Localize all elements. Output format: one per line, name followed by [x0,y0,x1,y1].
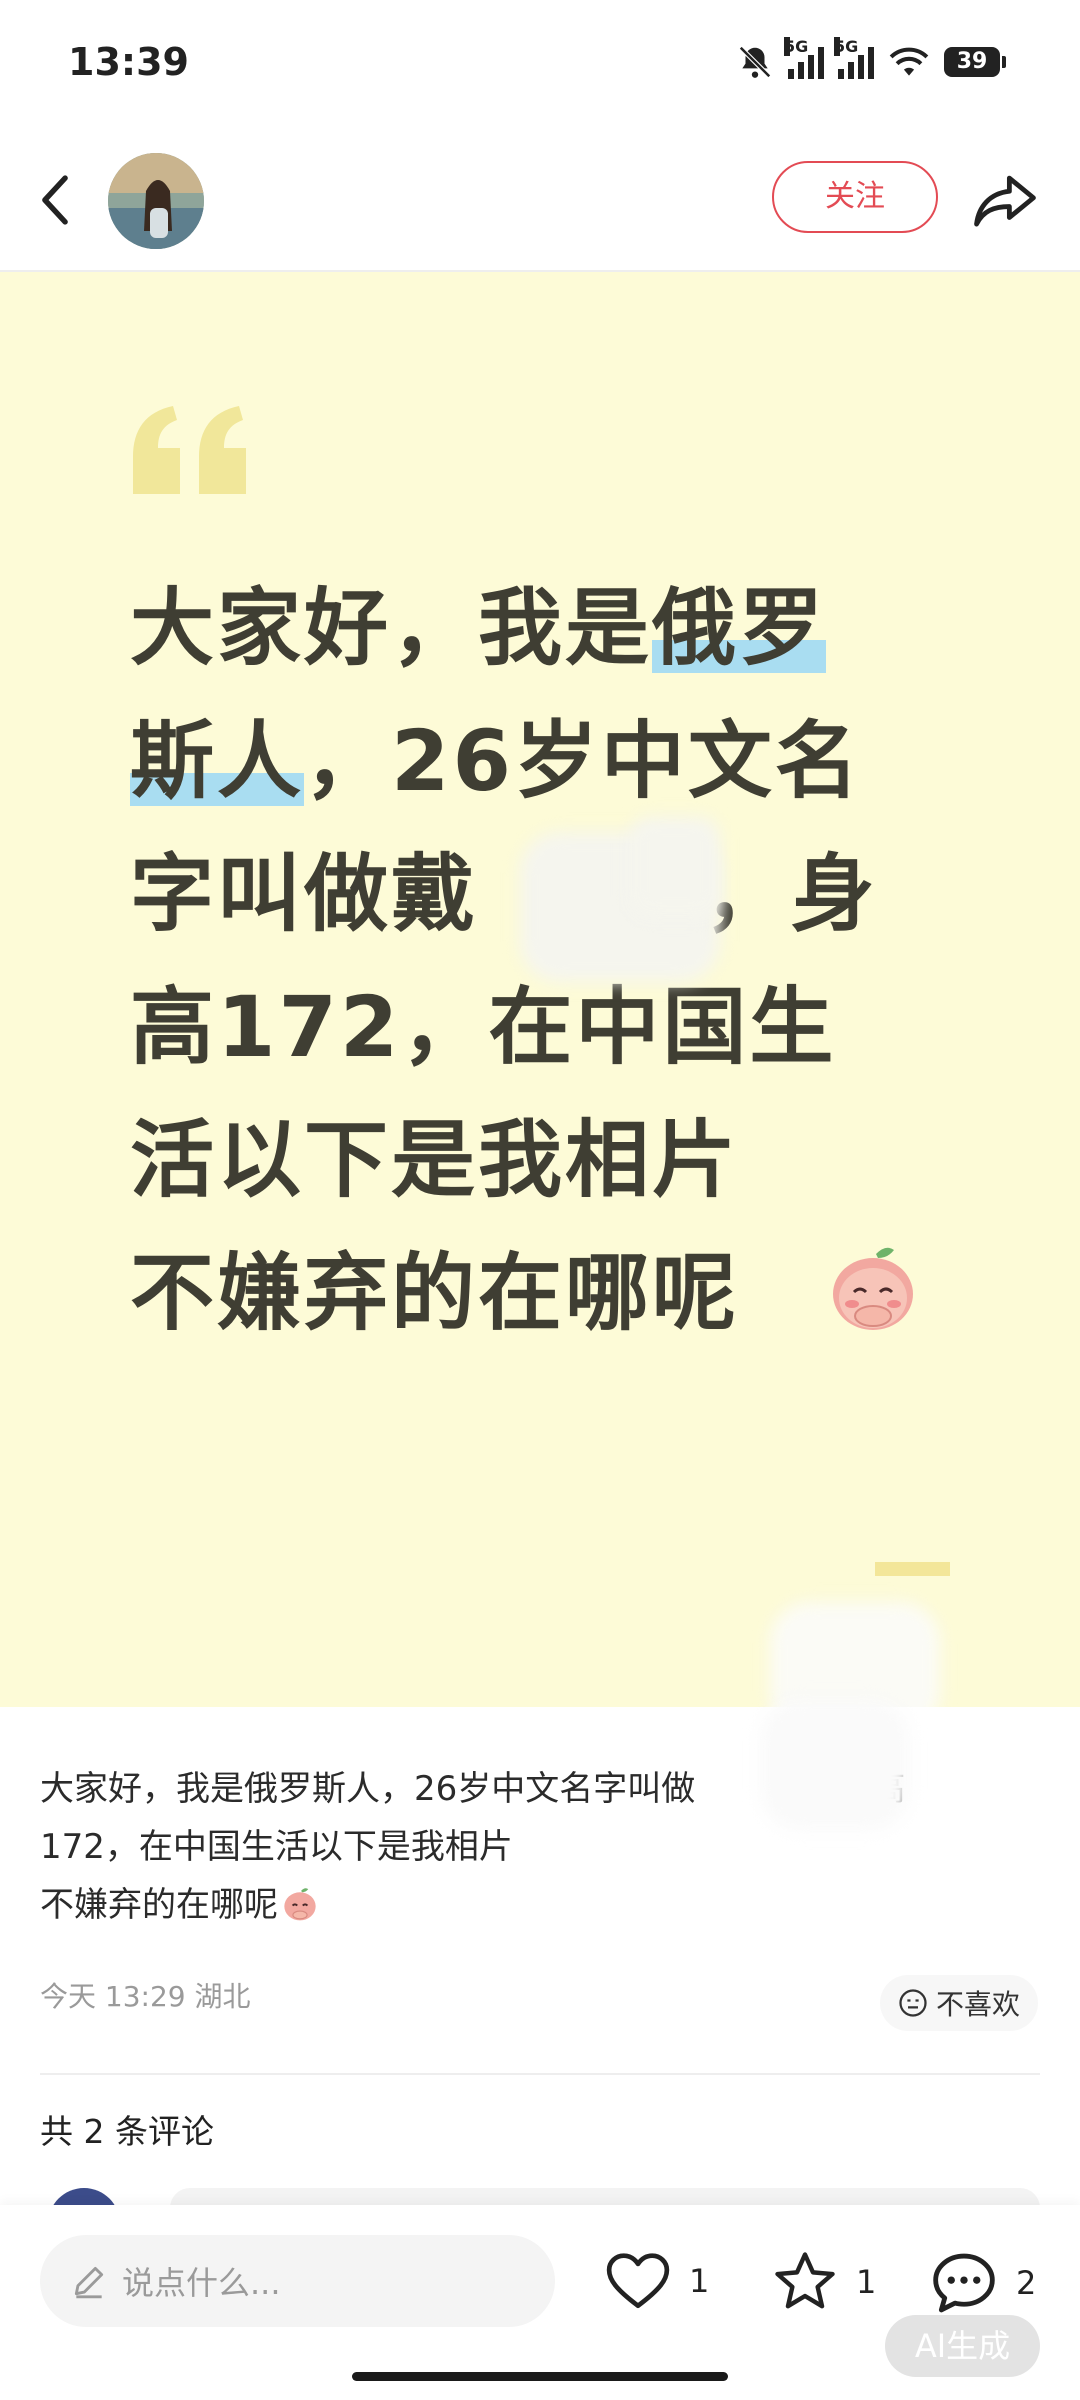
signal-icon-2: 5G [834,37,874,79]
neutral-face-icon [899,1989,927,2017]
status-bar: 13:39 5G 5G 39 [0,0,1080,130]
comment-button[interactable]: 2 [930,2250,1036,2316]
big-text-line4: 高172，在中国生 [130,978,837,1076]
ai-generated-badge: AI生成 [885,2315,1040,2377]
post-header: 关注 [0,135,1080,272]
comment-count: 2 [1016,2264,1037,2302]
big-text-line3: 字叫做戴 ，身 [130,845,878,943]
favorite-button[interactable]: 1 [772,2250,876,2314]
dislike-label: 不喜欢 [935,1988,1020,2021]
comment-input[interactable]: 说点什么... [40,2235,555,2327]
big-text-line6: 不嫌弃的在哪呢 [130,1244,740,1342]
heart-icon [606,2253,670,2309]
comment-bubble-icon [933,2253,995,2313]
desc-line3: 不嫌弃的在哪呢 [40,1885,278,1925]
post-meta: 今天 13:29 湖北 [40,1980,251,2013]
follow-button[interactable]: 关注 [772,161,938,233]
share-button[interactable] [970,165,1040,235]
bottom-action-bar: 说点什么... 1 1 2 AI生成 [0,2205,1080,2400]
redacted-desc-area [760,1700,910,1830]
back-button[interactable] [30,165,80,235]
comment-input-placeholder: 说点什么... [122,2264,281,2302]
peach-emoji-icon-small [284,1888,316,1921]
star-icon [775,2252,835,2309]
redacted-area-2 [630,817,720,917]
big-text-line2b: ，26岁中文名 [304,712,862,810]
divider [40,2073,1040,2075]
battery-icon: 39 [944,47,1006,77]
post-image-card[interactable]: 大家好，我是俄罗 斯人，26岁中文名 字叫做戴 ，身 高172，在中国生 活以下… [0,272,1080,1707]
quote-mark-icon [133,406,246,494]
dislike-button[interactable]: 不喜欢 [880,1975,1038,2031]
like-count: 1 [689,2262,710,2300]
share-icon [974,175,1036,227]
redacted-area-3 [770,1602,940,1707]
avatar-image [108,153,204,249]
home-indicator[interactable] [352,2372,728,2381]
big-text-line1b: 俄罗 [652,579,827,677]
status-time: 13:39 [68,40,189,84]
peach-emoji-icon [833,1247,913,1330]
decorative-dash [875,1562,950,1576]
status-icons: 5G 5G 39 [736,37,1006,82]
pen-icon [74,2266,104,2299]
mute-icon [739,46,771,78]
big-text-line1a: 大家好，我是 [130,579,653,677]
like-button[interactable]: 1 [605,2250,709,2312]
signal-label-2: 5G [834,37,859,56]
big-text-line5: 活以下是我相片 [130,1111,740,1209]
desc-line2: 172，在中国生活以下是我相片 [40,1827,513,1867]
comments-count: 共 2 条评论 [40,2112,214,2151]
avatar[interactable] [108,153,204,249]
signal-icon: 5G [784,37,824,79]
signal-label: 5G [784,37,809,56]
chevron-left-icon [42,175,68,225]
wifi-icon [889,47,929,76]
big-text-line2a: 斯人 [130,712,305,810]
favorite-count: 1 [856,2263,877,2301]
